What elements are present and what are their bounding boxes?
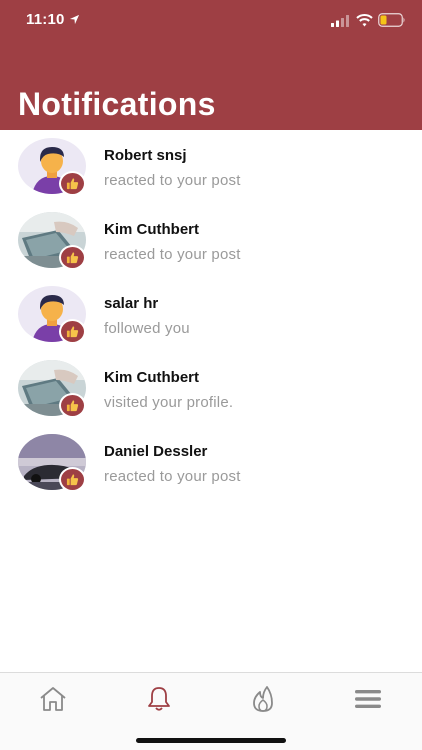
wifi-icon bbox=[356, 14, 373, 27]
notification-message: visited your profile. bbox=[104, 394, 234, 411]
notification-message: followed you bbox=[104, 320, 190, 337]
status-time: 11:10 bbox=[26, 11, 65, 28]
notification-list: Robert snsj reacted to your post Kim Cut… bbox=[0, 130, 422, 500]
reaction-badge bbox=[59, 245, 86, 270]
notification-item[interactable]: Kim Cuthbert reacted to your post bbox=[0, 204, 422, 278]
location-arrow-icon bbox=[69, 14, 80, 25]
notification-name: Daniel Dessler bbox=[104, 443, 208, 460]
home-icon bbox=[40, 687, 66, 711]
tab-trending[interactable] bbox=[248, 685, 278, 713]
bell-icon bbox=[148, 687, 170, 711]
notification-message: reacted to your post bbox=[104, 172, 241, 189]
battery-icon bbox=[378, 13, 405, 27]
notification-item[interactable]: Daniel Dessler reacted to your post bbox=[0, 426, 422, 500]
notification-item[interactable]: Robert snsj reacted to your post bbox=[0, 130, 422, 204]
flame-icon bbox=[253, 686, 273, 712]
tab-notifications[interactable] bbox=[144, 685, 174, 713]
thumbs-up-icon bbox=[66, 326, 79, 338]
notification-item[interactable]: salar hr followed you bbox=[0, 278, 422, 352]
notification-name: salar hr bbox=[104, 295, 159, 312]
thumbs-up-icon bbox=[66, 474, 79, 486]
thumbs-up-icon bbox=[66, 178, 79, 190]
page-title: Notifications bbox=[18, 86, 216, 122]
notification-item[interactable]: Kim Cuthbert visited your profile. bbox=[0, 352, 422, 426]
notification-message: reacted to your post bbox=[104, 468, 241, 485]
reaction-badge bbox=[59, 319, 86, 344]
tab-menu[interactable] bbox=[353, 685, 383, 713]
menu-icon bbox=[355, 690, 381, 708]
notification-name: Robert snsj bbox=[104, 147, 187, 164]
home-indicator bbox=[136, 738, 286, 743]
reaction-badge bbox=[59, 171, 86, 196]
header: 11:10 Notifications bbox=[0, 0, 422, 130]
status-bar: 11:10 bbox=[0, 0, 422, 44]
tab-home[interactable] bbox=[38, 685, 68, 713]
thumbs-up-icon bbox=[66, 400, 79, 412]
thumbs-up-icon bbox=[66, 252, 79, 264]
reaction-badge bbox=[59, 393, 86, 418]
notification-message: reacted to your post bbox=[104, 246, 241, 263]
notification-name: Kim Cuthbert bbox=[104, 221, 199, 238]
notification-name: Kim Cuthbert bbox=[104, 369, 199, 386]
cellular-signal-icon bbox=[331, 15, 349, 27]
reaction-badge bbox=[59, 467, 86, 492]
